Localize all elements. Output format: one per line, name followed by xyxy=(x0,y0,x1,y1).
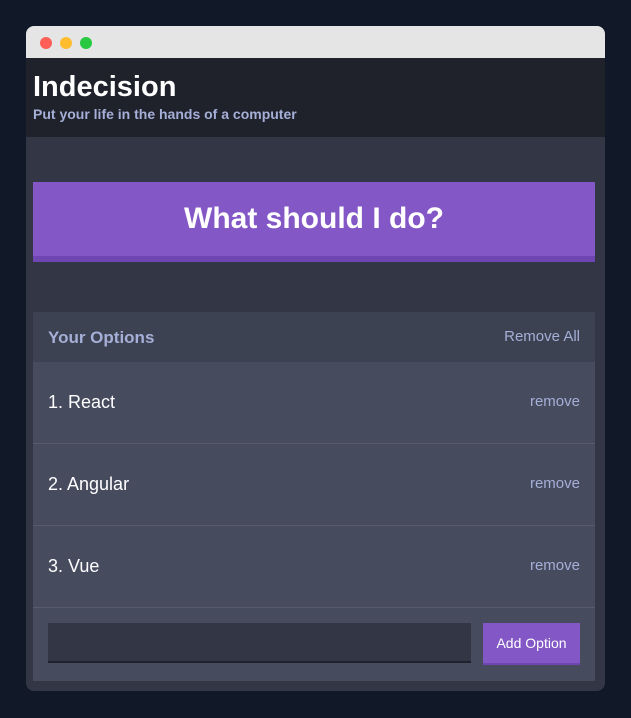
add-option-form: Add Option xyxy=(33,608,595,680)
app-subtitle: Put your life in the hands of a computer xyxy=(33,106,297,122)
options-header: Your Options Remove All xyxy=(33,312,595,362)
remove-option-button[interactable]: remove xyxy=(530,475,580,492)
option-text: 1. React xyxy=(48,392,116,412)
options-title: Your Options xyxy=(48,328,155,347)
app-title: Indecision xyxy=(33,71,177,103)
add-option-button[interactable]: Add Option xyxy=(483,623,580,665)
window-titlebar xyxy=(26,26,605,58)
remove-all-button[interactable]: Remove All xyxy=(504,328,580,345)
remove-option-button[interactable]: remove xyxy=(530,393,580,410)
app-header: Indecision Put your life in the hands of… xyxy=(26,58,605,137)
option-item: 3. Vue remove xyxy=(33,526,595,608)
option-item: 1. React remove xyxy=(33,362,595,444)
option-text: 3. Vue xyxy=(48,556,100,576)
maximize-window-icon[interactable] xyxy=(80,37,92,49)
remove-option-button[interactable]: remove xyxy=(530,557,580,574)
browser-window: Indecision Put your life in the hands of… xyxy=(26,26,605,691)
option-text: 2. Angular xyxy=(48,474,130,494)
what-should-i-do-button[interactable]: What should I do? xyxy=(33,182,595,262)
options-panel: Your Options Remove All 1. React remove … xyxy=(33,312,595,681)
close-window-icon[interactable] xyxy=(40,37,52,49)
minimize-window-icon[interactable] xyxy=(60,37,72,49)
option-item: 2. Angular remove xyxy=(33,444,595,526)
option-input[interactable] xyxy=(48,623,471,663)
